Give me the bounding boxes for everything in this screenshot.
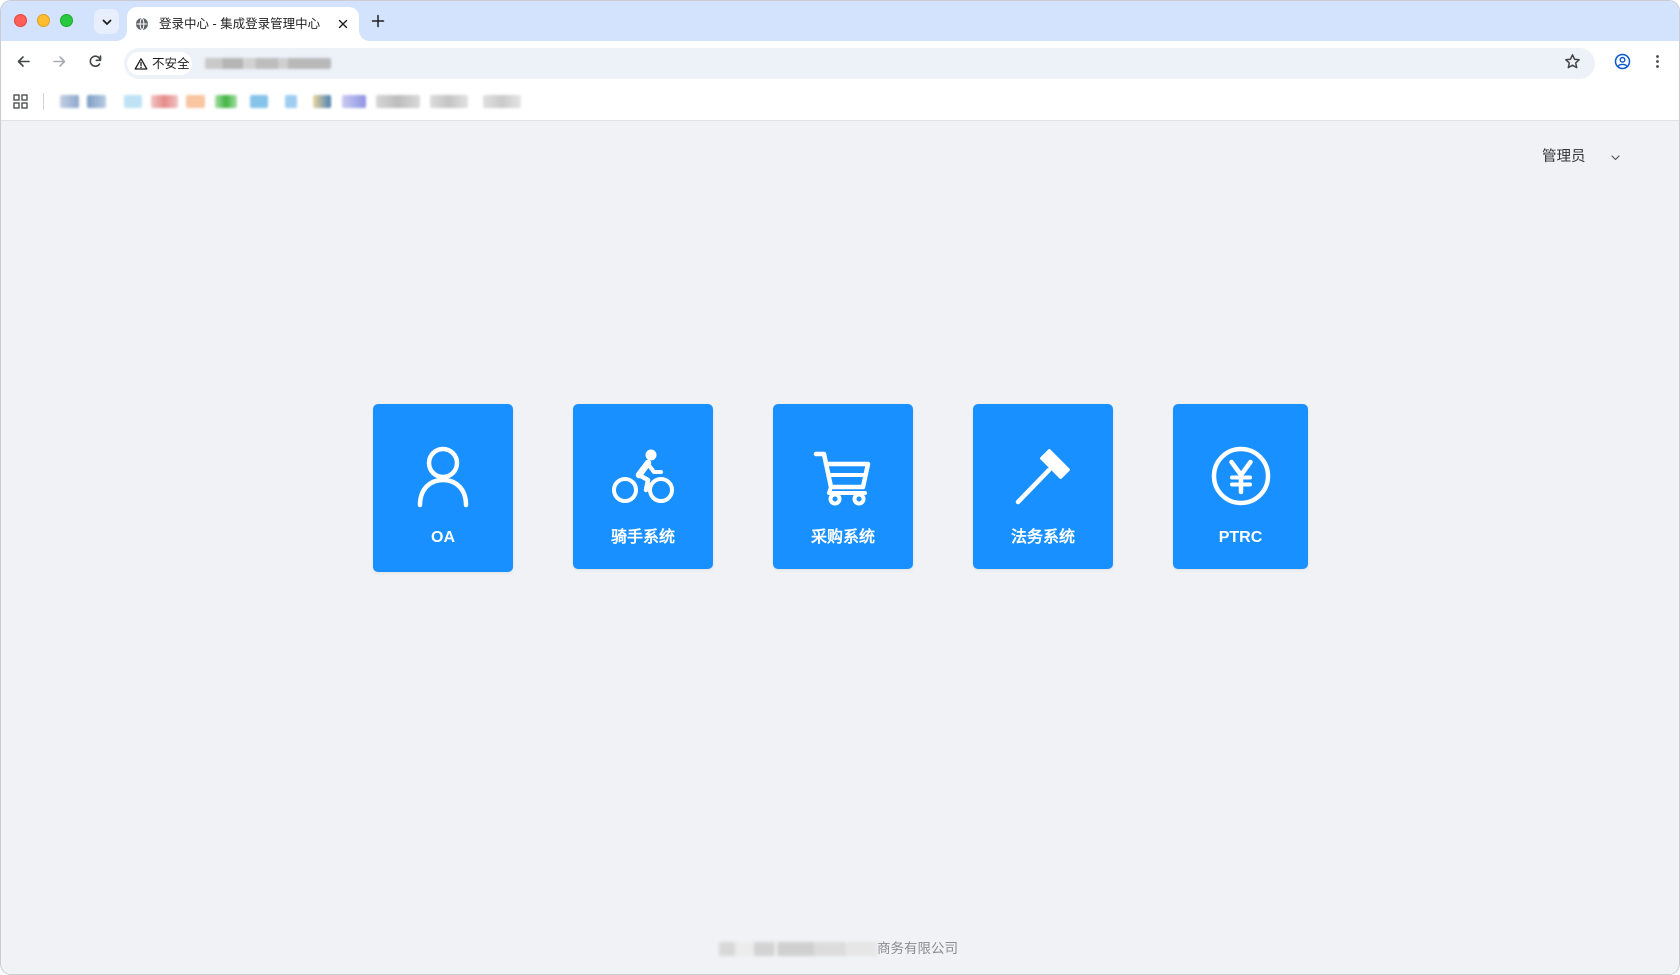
- tab-strip: 登录中心 - 集成登录管理中心: [1, 1, 1679, 41]
- user-name: 管理员: [1542, 149, 1586, 165]
- bookmarks-bar: [1, 82, 1679, 121]
- security-chip[interactable]: 不安全: [127, 52, 192, 75]
- bookmark-item[interactable]: [215, 95, 237, 108]
- tab-search-button[interactable]: [94, 9, 119, 34]
- gavel-icon: [1015, 449, 1070, 505]
- bookmark-item[interactable]: [186, 95, 205, 108]
- system-card-oa[interactable]: OA: [373, 404, 513, 572]
- footer-copyright: 商务有限公司: [719, 940, 958, 958]
- window-minimize-button[interactable]: [37, 14, 50, 27]
- system-card-label: PTRC: [1218, 529, 1263, 546]
- star-icon[interactable]: [1564, 53, 1581, 70]
- warning-icon: [134, 57, 148, 70]
- system-card-legal[interactable]: 法务系统: [973, 404, 1113, 569]
- plus-icon[interactable]: [371, 14, 385, 28]
- back-arrow-icon[interactable]: [15, 53, 32, 70]
- shopping-cart-icon: [813, 451, 871, 506]
- footer-company-redacted: [719, 942, 877, 956]
- system-card-rider[interactable]: 骑手系统: [573, 404, 713, 569]
- bike-rider-icon: [612, 449, 674, 503]
- user-icon: [417, 446, 469, 508]
- bookmark-item[interactable]: [376, 95, 420, 108]
- close-icon[interactable]: [336, 17, 350, 31]
- browser-window: 登录中心 - 集成登录管理中心 不安全 管理员 OA 骑手系统 采购系统 法务系…: [0, 0, 1680, 975]
- chevron-down-icon: [1611, 155, 1620, 161]
- bookmark-item[interactable]: [285, 95, 297, 108]
- bookmarks-separator: [43, 93, 44, 110]
- system-card-label: 采购系统: [810, 529, 875, 546]
- bookmark-item[interactable]: [430, 95, 468, 108]
- globe-icon: [136, 17, 148, 31]
- window-zoom-button[interactable]: [60, 14, 73, 27]
- profile-icon[interactable]: [1614, 53, 1631, 70]
- forward-arrow-icon[interactable]: [51, 53, 68, 70]
- system-card-procurement[interactable]: 采购系统: [773, 404, 913, 569]
- active-tab[interactable]: 登录中心 - 集成登录管理中心: [117, 7, 369, 41]
- chevron-down-icon: [102, 19, 111, 25]
- system-card-label: OA: [431, 529, 455, 546]
- window-close-button[interactable]: [14, 14, 27, 27]
- bookmark-item[interactable]: [60, 95, 79, 108]
- security-label: 不安全: [152, 56, 190, 71]
- bookmark-item[interactable]: [342, 95, 366, 108]
- url-text-redacted: [205, 58, 331, 69]
- tab-title: 登录中心 - 集成登录管理中心: [159, 17, 321, 31]
- address-bar[interactable]: 不安全: [124, 48, 1595, 79]
- reload-icon[interactable]: [87, 53, 104, 70]
- bookmark-item[interactable]: [87, 95, 106, 108]
- bookmark-item[interactable]: [313, 95, 331, 108]
- system-card-label: 法务系统: [1010, 529, 1075, 546]
- bookmark-item[interactable]: [151, 95, 178, 108]
- browser-toolbar: 不安全: [1, 41, 1679, 82]
- user-menu[interactable]: 管理员: [1542, 147, 1620, 167]
- bookmark-item[interactable]: [483, 95, 521, 108]
- more-vert-icon[interactable]: [1649, 53, 1666, 70]
- bookmark-item[interactable]: [250, 95, 268, 108]
- bookmark-item[interactable]: [124, 95, 142, 108]
- system-card-label: 骑手系统: [610, 529, 675, 546]
- footer-company-suffix: 商务有限公司: [877, 941, 958, 956]
- apps-grid-icon[interactable]: [13, 94, 28, 109]
- yen-circle-icon: [1211, 446, 1270, 506]
- system-card-ptrc[interactable]: PTRC: [1173, 404, 1308, 569]
